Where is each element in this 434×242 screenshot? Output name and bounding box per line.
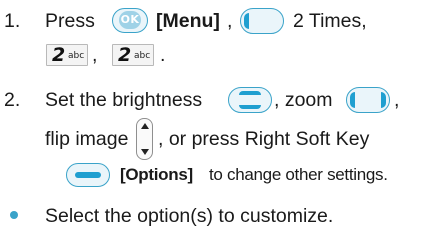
key-digit: 2 bbox=[52, 44, 66, 66]
step-number: 2. bbox=[4, 88, 21, 111]
period: . bbox=[160, 43, 166, 66]
right-soft-key-text: , or press Right Soft Key bbox=[158, 127, 370, 150]
key-2-abc-icon: 2 abc bbox=[46, 44, 88, 66]
nav-up-down-icon bbox=[228, 87, 272, 113]
key-letters: abc bbox=[134, 51, 151, 61]
step-text: Set the brightness bbox=[45, 88, 203, 111]
flip-image-text: flip image bbox=[45, 127, 129, 150]
times-text: 2 Times, bbox=[293, 9, 367, 32]
separator: , bbox=[227, 9, 233, 32]
zoom-text: , zoom bbox=[274, 88, 333, 111]
ok-key-icon: OK bbox=[112, 8, 148, 33]
step-text: Press bbox=[45, 9, 95, 32]
nav-left-right-icon bbox=[240, 8, 284, 34]
key-letters: abc bbox=[68, 51, 85, 61]
right-soft-key-icon bbox=[66, 163, 110, 187]
bullet-dot bbox=[10, 211, 18, 219]
separator: , bbox=[394, 88, 400, 111]
change-settings-text: to change other settings. bbox=[209, 165, 388, 184]
nav-left-right-icon bbox=[346, 87, 390, 113]
options-label: [Options] bbox=[120, 165, 193, 184]
key-2-abc-icon: 2 abc bbox=[112, 44, 154, 66]
key-digit: 2 bbox=[118, 44, 132, 66]
flip-image-icon bbox=[136, 118, 153, 160]
step-number: 1. bbox=[4, 9, 21, 32]
menu-label: [Menu] bbox=[156, 9, 220, 32]
separator: , bbox=[92, 43, 98, 66]
ok-key-label: OK bbox=[119, 11, 141, 29]
bullet-text: Select the option(s) to customize. bbox=[45, 204, 334, 227]
